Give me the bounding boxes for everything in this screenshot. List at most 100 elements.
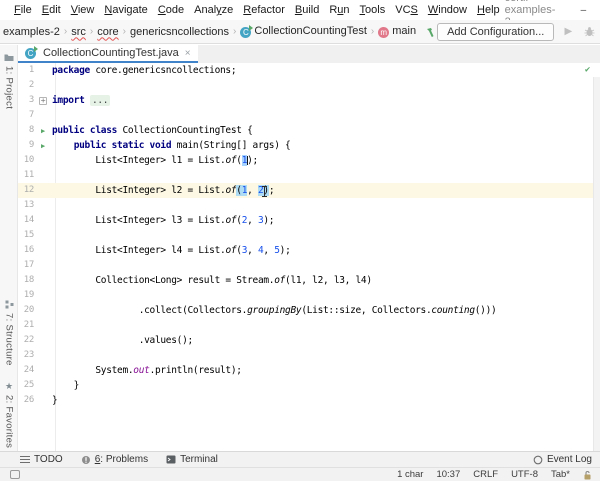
line-number[interactable]: 19 [18,288,35,303]
run-arrow-icon[interactable]: ▶ [41,142,45,150]
tool-window-switcher-icon[interactable] [10,470,20,479]
line-number[interactable]: 25 [18,378,35,393]
toolwindow-button-todo[interactable]: TODO [20,454,63,465]
code-line-9[interactable]: 9 ▶ public static void main(String[] args… [18,138,600,153]
menu-view[interactable]: View [66,4,100,16]
line-number[interactable]: 8 [18,123,34,138]
code-line-13[interactable]: 13 [18,198,600,213]
line-number[interactable]: 3 [18,93,34,108]
toolwindow-button-problems[interactable]: 6: Problems [81,454,148,465]
gutter-cell[interactable] [34,108,52,123]
code-line-11[interactable]: 11 [18,168,600,183]
line-number[interactable]: 7 [18,108,34,123]
code-line-22[interactable]: 22 .values(); [18,333,600,348]
sidebar-item-structure[interactable]: 7: Structure [0,300,18,366]
code-editor[interactable]: 1 package core.genericsncollections; 2 3 + im… [18,63,600,452]
minimize-button[interactable]: – [569,0,597,20]
breadcrumb-item-src[interactable]: src [70,26,87,38]
line-number[interactable]: 9 [18,138,34,153]
code-line-24[interactable]: 24 System.out.println(result); [18,363,600,378]
menu-code[interactable]: Code [153,4,189,16]
menu-build[interactable]: Build [290,4,324,16]
menu-run[interactable]: Run [324,4,354,16]
line-number[interactable]: 24 [18,363,35,378]
sidebar-item-project[interactable]: 1: Project [0,53,18,109]
gutter-cell[interactable] [34,168,52,183]
line-number[interactable]: 22 [18,333,35,348]
line-number[interactable]: 26 [18,393,35,408]
gutter-cell[interactable] [34,348,52,363]
gutter-cell[interactable] [34,228,52,243]
code-line-25[interactable]: 25 } [18,378,600,393]
menu-window[interactable]: Window [423,4,472,16]
code-line-7[interactable]: 7 [18,108,600,123]
code-line-19[interactable]: 19 [18,288,600,303]
code-line-10[interactable]: 10 List<Integer> l1 = List.of(1); [18,153,600,168]
breadcrumb-item-core[interactable]: core [96,26,119,38]
add-configuration-button[interactable]: Add Configuration... [437,22,555,41]
run-gutter-icon[interactable]: ▶ [34,123,52,138]
menu-edit[interactable]: Edit [37,4,66,16]
gutter-cell[interactable] [34,333,52,348]
gutter-cell[interactable] [34,363,52,378]
line-number[interactable]: 17 [18,258,35,273]
line-number[interactable]: 16 [18,243,35,258]
gutter-cell[interactable] [34,288,52,303]
run-gutter-icon[interactable]: ▶ [34,138,52,153]
gutter-cell[interactable] [34,243,52,258]
tab-collectioncountingtest[interactable]: C CollectionCountingTest.java × [18,45,198,63]
code-line-20[interactable]: 20 .collect(Collectors.groupingBy(List::… [18,303,600,318]
gutter-cell[interactable] [34,198,52,213]
code-line-2[interactable]: 2 [18,78,600,93]
line-number[interactable]: 20 [18,303,35,318]
line-number[interactable]: 21 [18,318,35,333]
line-number[interactable]: 2 [18,78,34,93]
toolwindow-button-terminal[interactable]: Terminal [166,454,218,465]
code-line-3[interactable]: 3 + import ... [18,93,600,108]
line-number[interactable]: 18 [18,273,35,288]
gutter-cell[interactable] [34,63,52,78]
menu-help[interactable]: Help [472,4,505,16]
status-encoding[interactable]: UTF-8 [511,469,538,480]
editor-scrollbar[interactable] [593,77,600,452]
breadcrumb-item-main[interactable]: m main [377,25,417,38]
gutter-cell[interactable] [34,318,52,333]
breadcrumb-item-examples-2[interactable]: examples-2 [2,26,61,38]
code-line-16[interactable]: 16 List<Integer> l4 = List.of(3, 4, 5); [18,243,600,258]
code-line-14[interactable]: 14 List<Integer> l3 = List.of(2, 3); [18,213,600,228]
menu-file[interactable]: File [9,4,37,16]
gutter-cell[interactable] [34,213,52,228]
code-line-21[interactable]: 21 [18,318,600,333]
gutter-cell[interactable] [34,273,52,288]
code-line-15[interactable]: 15 [18,228,600,243]
line-number[interactable]: 13 [18,198,35,213]
gutter-cell[interactable] [34,183,52,198]
code-line-1[interactable]: 1 package core.genericsncollections; [18,63,600,78]
line-number[interactable]: 14 [18,213,35,228]
gutter-cell[interactable] [34,153,52,168]
code-line-8[interactable]: 8 ▶ public class CollectionCountingTest { [18,123,600,138]
fold-expand-icon[interactable]: + [39,97,47,105]
code-line-23[interactable]: 23 [18,348,600,363]
sidebar-item-favorites[interactable]: ★ 2: Favorites [0,381,18,448]
event-log-button[interactable]: Event Log [533,454,592,465]
gutter-cell[interactable] [34,393,52,408]
gutter-cell[interactable] [34,378,52,393]
code-line-17[interactable]: 17 [18,258,600,273]
code-line-18[interactable]: 18 Collection<Long> result = Stream.of(l… [18,273,600,288]
status-indent[interactable]: Tab* [551,469,570,480]
line-number[interactable]: 11 [18,168,35,183]
line-number[interactable]: 15 [18,228,35,243]
menu-vcs[interactable]: VCS [390,4,423,16]
run-arrow-icon[interactable]: ▶ [41,127,45,135]
breadcrumb-item-collectioncountingtest[interactable]: C CollectionCountingTest [239,25,368,38]
line-number[interactable]: 12 [18,183,35,198]
menu-tools[interactable]: Tools [355,4,391,16]
inspection-ok-icon[interactable]: ✔ [585,65,590,75]
fold-gutter-icon[interactable]: + [34,93,52,108]
run-button[interactable]: ▶ [561,25,575,39]
menu-navigate[interactable]: Navigate [99,4,152,16]
gutter-cell[interactable] [34,78,52,93]
menu-analyze[interactable]: Analyze [189,4,238,16]
debug-button[interactable] [582,25,596,39]
